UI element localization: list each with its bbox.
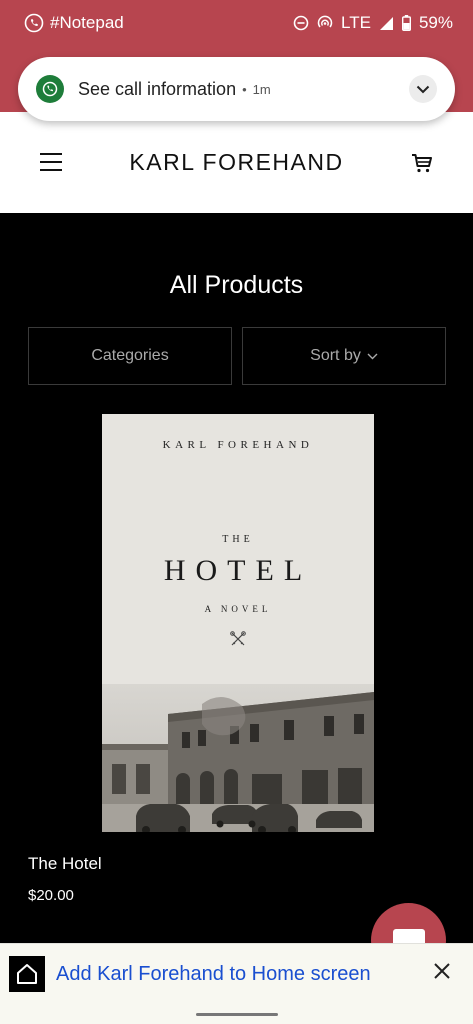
home-icon xyxy=(9,956,45,992)
sort-by-dropdown[interactable]: Sort by xyxy=(242,327,446,385)
categories-dropdown[interactable]: Categories xyxy=(28,327,232,385)
add-to-home-banner[interactable]: Add Karl Forehand to Home screen xyxy=(0,943,473,1005)
home-gesture-handle[interactable] xyxy=(196,1013,278,1016)
chevron-down-icon xyxy=(367,353,378,359)
notification-separator: • xyxy=(242,81,247,97)
sort-by-label: Sort by xyxy=(310,347,361,364)
battery-icon xyxy=(401,15,411,31)
notification-time: 1m xyxy=(252,81,271,97)
expand-notification-button[interactable] xyxy=(409,75,437,103)
phone-call-icon xyxy=(24,13,44,33)
site-brand[interactable]: KARL FOREHAND xyxy=(0,149,473,176)
signal-icon xyxy=(379,16,394,31)
categories-label: Categories xyxy=(91,347,169,364)
whatsapp-icon xyxy=(36,75,64,103)
crossed-keys-icon xyxy=(230,631,246,646)
cart-icon[interactable] xyxy=(411,152,433,179)
hotspot-icon xyxy=(317,15,333,31)
cover-the: THE xyxy=(222,534,254,545)
cover-street-photo xyxy=(102,684,374,832)
notification-title: See call information xyxy=(78,78,237,99)
product-name[interactable]: The Hotel xyxy=(28,854,102,874)
battery-level: 59% xyxy=(418,13,453,32)
network-type: LTE xyxy=(341,13,371,32)
product-image[interactable]: KARL FOREHAND THE HOTEL A NOVEL xyxy=(102,414,374,832)
page-title: All Products xyxy=(169,271,304,299)
call-notification[interactable]: See call information • 1m xyxy=(18,57,455,121)
site-header: KARL FOREHAND xyxy=(0,112,473,213)
gesture-nav-bar xyxy=(0,1005,473,1024)
cover-subtitle: A NOVEL xyxy=(204,604,272,614)
add-to-home-label[interactable]: Add Karl Forehand to Home screen xyxy=(56,963,371,986)
chevron-down-icon xyxy=(416,85,430,93)
status-app-label: #Notepad xyxy=(50,13,124,32)
product-price: $20.00 xyxy=(28,887,74,904)
do-not-disturb-icon xyxy=(293,15,309,31)
status-left: #Notepad xyxy=(24,13,124,33)
close-icon[interactable] xyxy=(433,962,451,985)
cover-title: HOTEL xyxy=(163,554,313,587)
status-right: LTE 59% xyxy=(293,13,453,33)
cover-author: KARL FOREHAND xyxy=(162,439,314,451)
products-section: All Products Categories Sort by KARL FOR… xyxy=(0,213,473,943)
